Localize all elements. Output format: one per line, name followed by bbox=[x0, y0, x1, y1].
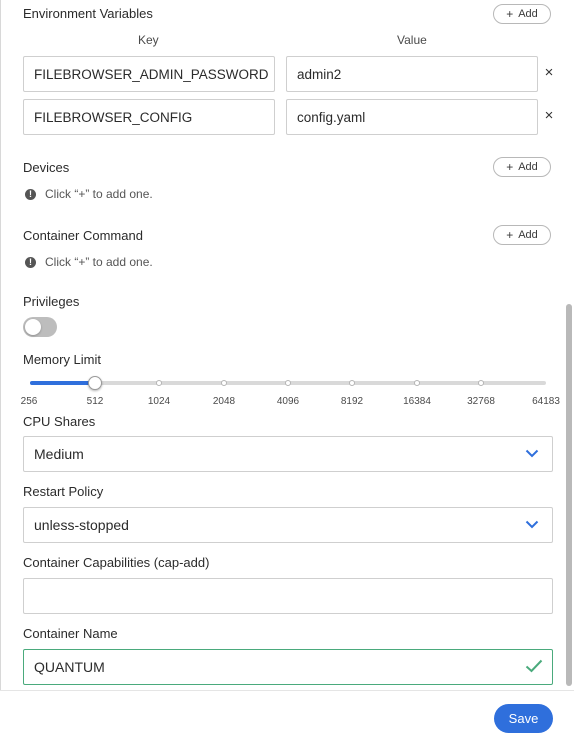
memory-slider-step[interactable] bbox=[221, 380, 227, 386]
hint-text: Click “+” to add one. bbox=[45, 255, 153, 269]
cpu-section-title: CPU Shares bbox=[23, 414, 96, 429]
chevron-down-icon bbox=[525, 520, 539, 529]
env-key-input[interactable]: FILEBROWSER_CONFIG bbox=[23, 99, 275, 135]
key-column-header: Key bbox=[138, 33, 159, 47]
info-icon: ! bbox=[25, 256, 36, 268]
value-column-header: Value bbox=[397, 33, 427, 47]
restart-policy-select[interactable]: unless-stopped bbox=[23, 507, 553, 543]
container-name-value: QUANTUM bbox=[34, 659, 105, 675]
close-icon[interactable]: × bbox=[542, 65, 556, 80]
memory-tick-label: 8192 bbox=[340, 396, 364, 407]
command-hint: ! Click “+” to add one. bbox=[25, 255, 153, 269]
memory-tick-label: 512 bbox=[86, 396, 104, 407]
add-label: Add bbox=[518, 161, 538, 173]
command-section-title: Container Command bbox=[23, 228, 143, 243]
plus-icon: + bbox=[506, 7, 514, 21]
add-label: Add bbox=[518, 229, 538, 241]
memory-tick-label: 16384 bbox=[403, 396, 431, 407]
command-add-button[interactable]: + Add bbox=[493, 225, 551, 245]
env-value-input[interactable]: admin2 bbox=[286, 56, 538, 92]
container-name-input[interactable]: QUANTUM bbox=[23, 649, 553, 685]
scrollbar[interactable] bbox=[566, 304, 572, 686]
memory-tick-label: 32768 bbox=[467, 396, 495, 407]
privileges-section-title: Privileges bbox=[23, 294, 80, 309]
restart-section-title: Restart Policy bbox=[23, 484, 104, 499]
container-settings-panel: Environment Variables + Add Key Value FI… bbox=[0, 0, 574, 751]
env-section-title: Environment Variables bbox=[23, 6, 153, 21]
footer-divider bbox=[0, 690, 574, 691]
memory-slider-fill bbox=[30, 381, 95, 385]
env-add-button[interactable]: + Add bbox=[493, 4, 551, 24]
check-icon bbox=[525, 659, 543, 673]
memory-slider-step[interactable] bbox=[285, 380, 291, 386]
memory-tick-label: 256 bbox=[20, 396, 38, 407]
close-icon[interactable]: × bbox=[542, 108, 556, 123]
devices-add-button[interactable]: + Add bbox=[493, 157, 551, 177]
env-value-input[interactable]: config.yaml bbox=[286, 99, 538, 135]
toggle-knob bbox=[25, 319, 41, 335]
memory-section-title: Memory Limit bbox=[23, 352, 102, 367]
devices-hint: ! Click “+” to add one. bbox=[25, 187, 153, 201]
memory-tick-label: 64183 bbox=[532, 396, 560, 407]
privileges-toggle[interactable] bbox=[23, 317, 57, 337]
plus-icon: + bbox=[506, 228, 514, 242]
chevron-down-icon bbox=[525, 449, 539, 458]
memory-tick-label: 2048 bbox=[212, 396, 236, 407]
env-key-input[interactable]: FILEBROWSER_ADMIN_PASSWORD bbox=[23, 56, 275, 92]
cpu-shares-value: Medium bbox=[34, 446, 84, 462]
memory-slider-step[interactable] bbox=[349, 380, 355, 386]
capabilities-input[interactable] bbox=[23, 578, 553, 614]
memory-tick-label: 1024 bbox=[147, 396, 171, 407]
save-button[interactable]: Save bbox=[494, 704, 553, 733]
memory-slider-step[interactable] bbox=[156, 380, 162, 386]
capabilities-section-title: Container Capabilities (cap-add) bbox=[23, 555, 210, 570]
hint-text: Click “+” to add one. bbox=[45, 187, 153, 201]
name-section-title: Container Name bbox=[23, 626, 118, 641]
add-label: Add bbox=[518, 8, 538, 20]
memory-slider-step[interactable] bbox=[414, 380, 420, 386]
info-icon: ! bbox=[25, 188, 36, 200]
memory-tick-label: 4096 bbox=[276, 396, 300, 407]
memory-slider-thumb[interactable] bbox=[88, 376, 102, 390]
cpu-shares-select[interactable]: Medium bbox=[23, 436, 553, 472]
restart-policy-value: unless-stopped bbox=[34, 517, 129, 533]
memory-slider-step[interactable] bbox=[478, 380, 484, 386]
devices-section-title: Devices bbox=[23, 160, 70, 175]
panel-edge bbox=[0, 0, 1, 690]
plus-icon: + bbox=[506, 160, 514, 174]
